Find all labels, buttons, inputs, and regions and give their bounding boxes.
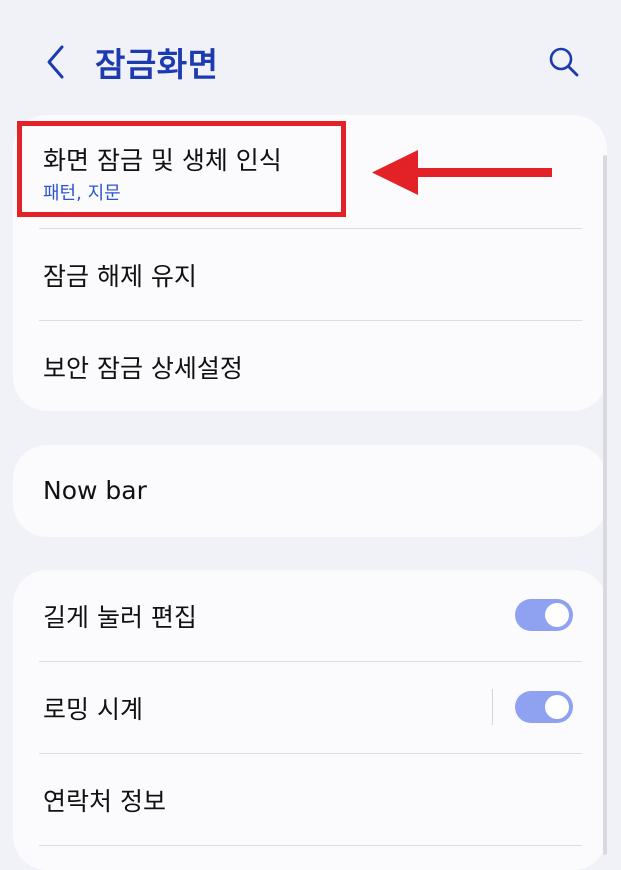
roaming-clock-toggle[interactable] xyxy=(515,691,573,723)
item-title: 길게 눌러 편집 xyxy=(43,603,197,632)
toggle-knob xyxy=(545,695,569,719)
annotation-arrow xyxy=(372,150,554,200)
item-title: Now bar xyxy=(43,476,147,505)
list-item-roaming-clock[interactable]: 로밍 시계 xyxy=(13,662,607,753)
item-title: 연락처 정보 xyxy=(43,787,166,816)
long-press-edit-toggle[interactable] xyxy=(515,599,573,631)
toggle-knob xyxy=(545,603,569,627)
back-button[interactable] xyxy=(38,40,74,84)
list-item-keep-unlocked[interactable]: 잠금 해제 유지 xyxy=(13,229,607,320)
list-item-long-press-edit[interactable]: 길게 눌러 편집 xyxy=(13,570,607,661)
settings-group-display: 길게 눌러 편집 로밍 시계 연락처 정보 xyxy=(13,570,607,870)
list-item-contact-info[interactable]: 연락처 정보 xyxy=(13,754,607,845)
list-item-now-bar[interactable]: Now bar xyxy=(13,445,607,537)
left-arrow-icon xyxy=(372,150,552,195)
item-title: 잠금 해제 유지 xyxy=(43,262,197,291)
divider xyxy=(39,845,582,846)
list-item-secure-lock-settings[interactable]: 보안 잠금 상세설정 xyxy=(13,321,607,411)
item-title: 로밍 시계 xyxy=(43,695,143,724)
app-header: 잠금화면 xyxy=(0,0,621,120)
item-title: 보안 잠금 상세설정 xyxy=(43,354,243,383)
highlight-box xyxy=(17,121,346,217)
vertical-separator xyxy=(492,689,493,725)
scrollbar[interactable] xyxy=(603,155,607,855)
search-icon xyxy=(549,47,579,77)
chevron-left-icon xyxy=(47,45,64,79)
settings-group-now-bar: Now bar xyxy=(13,445,607,537)
page-title: 잠금화면 xyxy=(95,45,219,84)
search-button[interactable] xyxy=(546,44,582,80)
